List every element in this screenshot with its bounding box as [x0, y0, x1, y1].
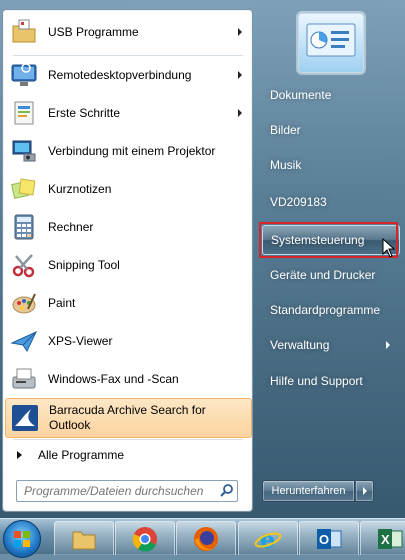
svg-text:X: X [381, 532, 390, 547]
search-icon[interactable] [220, 483, 234, 500]
sticky-notes-icon [9, 174, 39, 204]
program-label: USB Programme [48, 24, 139, 39]
barracuda-icon [10, 403, 40, 433]
program-item-snipping-tool[interactable]: Snipping Tool [5, 247, 250, 283]
folder-icon [9, 17, 39, 47]
program-label: Paint [48, 295, 76, 310]
paper-plane-icon [9, 326, 39, 356]
place-label: VD209183 [270, 195, 327, 209]
place-label: Geräte und Drucker [270, 268, 376, 282]
submenu-arrow-icon [238, 71, 242, 79]
program-label: Erste Schritte [48, 105, 121, 120]
paint-palette-icon [9, 288, 39, 318]
control-panel-tile-icon [306, 23, 356, 57]
shutdown-label: Herunterfahren [271, 485, 346, 497]
search-input[interactable] [22, 483, 216, 499]
user-picture[interactable] [298, 13, 364, 73]
program-item-kurznotizen[interactable]: Kurznotizen [5, 171, 250, 207]
all-programs-label: Alle Programme [38, 448, 125, 462]
chevron-right-icon [362, 487, 367, 495]
program-item-rechner[interactable]: Rechner [5, 209, 250, 245]
place-systemsteuerung[interactable]: Systemsteuerung [262, 225, 400, 255]
fax-icon [9, 364, 39, 394]
start-menu: USB Programme Remotedesktopverbindung Er… [0, 0, 405, 518]
program-item-paint[interactable]: Paint [5, 285, 250, 321]
program-label: Kurznotizen [48, 181, 112, 196]
file-explorer-icon[interactable] [54, 521, 114, 555]
mouse-cursor-icon [382, 237, 396, 261]
program-item-windows-fax-scan[interactable]: Windows-Fax und -Scan [5, 361, 250, 397]
program-item-remotedesktopverbindung[interactable]: Remotedesktopverbindung [5, 57, 250, 93]
place-label: Musik [270, 158, 302, 172]
svg-text:O: O [319, 532, 329, 547]
calculator-icon [9, 212, 39, 242]
program-label: Remotedesktopverbindung [48, 67, 192, 82]
program-list-pane: USB Programme Remotedesktopverbindung Er… [2, 9, 253, 512]
place-label: Dokumente [270, 88, 332, 102]
program-label: Snipping Tool [48, 257, 120, 272]
start-orb-icon[interactable] [3, 520, 41, 558]
taskbar: e O X [0, 518, 405, 558]
outlook-icon[interactable]: O [299, 521, 359, 555]
shutdown-options-button[interactable] [356, 480, 374, 502]
program-item-usb-programme[interactable]: USB Programme [5, 14, 250, 50]
program-label: XPS-Viewer [48, 333, 113, 348]
shutdown-button[interactable]: Herunterfahren [262, 480, 355, 502]
separator [13, 439, 243, 440]
program-label: Rechner [48, 219, 94, 234]
chrome-icon[interactable] [115, 521, 175, 555]
separator [13, 55, 243, 56]
place-label: Systemsteuerung [271, 233, 365, 247]
submenu-arrow-icon [238, 28, 242, 36]
place-verwaltung[interactable]: Verwaltung [262, 331, 398, 359]
firefox-icon[interactable] [176, 521, 236, 555]
place-vd209183[interactable]: VD209183 [262, 188, 398, 216]
program-label: Verbindung mit einem Projektor [48, 143, 216, 158]
place-standardprogramme[interactable]: Standardprogramme [262, 296, 398, 324]
submenu-arrow-icon [238, 109, 242, 117]
place-label: Bilder [270, 123, 301, 137]
all-programs-button[interactable]: Alle Programme [5, 441, 250, 469]
expand-arrow-icon [17, 451, 22, 459]
place-label: Standardprogramme [270, 303, 381, 317]
place-hilfe-und-support[interactable]: Hilfe und Support [262, 367, 398, 395]
program-item-erste-schritte[interactable]: Erste Schritte [5, 95, 250, 131]
program-item-xps-viewer[interactable]: XPS-Viewer [5, 323, 250, 359]
place-geraete-und-drucker[interactable]: Geräte und Drucker [262, 261, 398, 289]
place-musik[interactable]: Musik [262, 151, 398, 179]
place-label: Hilfe und Support [270, 374, 363, 388]
program-item-projektor[interactable]: Verbindung mit einem Projektor [5, 133, 250, 169]
program-label: Windows-Fax und -Scan [48, 371, 179, 386]
place-bilder[interactable]: Bilder [262, 116, 398, 144]
search-box[interactable] [16, 480, 238, 502]
program-item-barracuda-archive-search[interactable]: Barracuda Archive Search for Outlook [5, 398, 252, 438]
place-label: Verwaltung [270, 338, 330, 352]
program-label: Barracuda Archive Search for Outlook [49, 403, 206, 432]
remote-desktop-icon [9, 60, 39, 90]
internet-explorer-icon[interactable]: e [238, 521, 298, 555]
svg-text:e: e [260, 526, 275, 552]
excel-icon[interactable]: X [360, 521, 405, 555]
shutdown-control: Herunterfahren [262, 480, 380, 502]
projector-icon [9, 136, 39, 166]
place-dokumente[interactable]: Dokumente [262, 81, 398, 109]
submenu-arrow-icon [386, 341, 390, 349]
getting-started-icon [9, 98, 39, 128]
scissors-icon [9, 250, 39, 280]
